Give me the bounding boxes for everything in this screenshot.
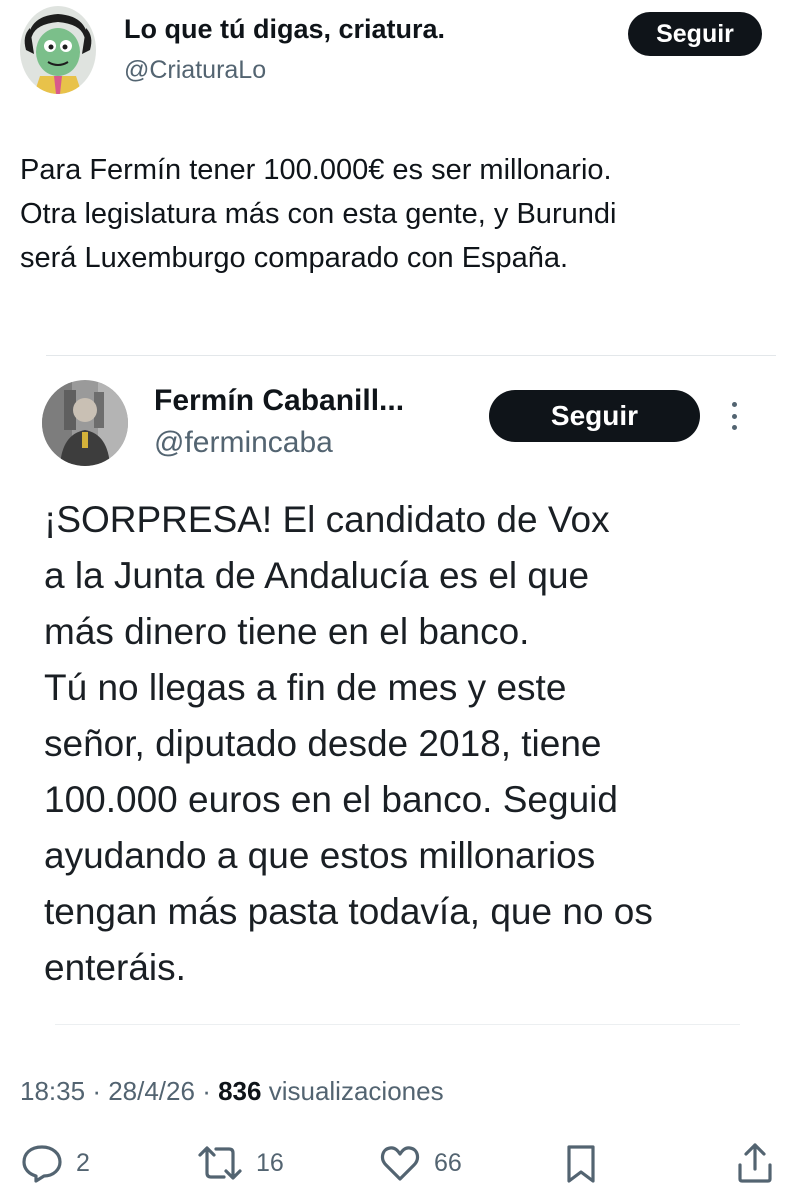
- post-time[interactable]: 18:35: [20, 1076, 85, 1106]
- quoted-author-name[interactable]: Fermín Cabanill...: [154, 384, 404, 418]
- reply-button[interactable]: 2: [20, 1143, 90, 1183]
- quoted-text-line: 100.000 euros en el banco. Seguid: [44, 779, 618, 820]
- like-count: 66: [434, 1148, 462, 1177]
- quoted-post-text: ¡SORPRESA! El candidato de Vox a la Junt…: [44, 492, 784, 996]
- share-icon: [738, 1143, 772, 1183]
- like-button[interactable]: 66: [378, 1143, 462, 1183]
- quoted-author-handle[interactable]: @fermincaba: [154, 426, 333, 460]
- reply-count: 2: [76, 1148, 90, 1177]
- retweet-icon: [198, 1146, 242, 1180]
- views-count: 836: [218, 1076, 262, 1106]
- heart-icon: [380, 1146, 420, 1181]
- author-name[interactable]: Lo que tú digas, criatura.: [124, 14, 445, 45]
- quoted-text-line: Tú no llegas a fin de mes y este: [44, 667, 567, 708]
- post-text-line: será Luxemburgo comparado con España.: [20, 242, 569, 274]
- meta-separator: ·: [202, 1076, 219, 1106]
- quoted-text-line: tengan más pasta todavía, que no os: [44, 891, 653, 932]
- quoted-text-line: ¡SORPRESA! El candidato de Vox: [44, 499, 610, 540]
- author-handle[interactable]: @CriaturaLo: [124, 56, 266, 85]
- quoted-text-line: ayudando a que estos millonarios: [44, 835, 596, 876]
- quoted-text-line: a la Junta de Andalucía es el que: [44, 555, 590, 596]
- bookmark-icon: [567, 1145, 595, 1183]
- post-text-line: Otra legislatura más con esta gente, y B…: [20, 198, 617, 230]
- quote-top-divider: [46, 355, 776, 356]
- retweet-button[interactable]: 16: [196, 1143, 284, 1183]
- photo-avatar-icon: [42, 380, 128, 466]
- post-text-line: Para Fermín tener 100.000€ es ser millon…: [20, 154, 612, 186]
- bookmark-button[interactable]: [564, 1143, 598, 1185]
- quoted-text-line: enteráis.: [44, 947, 186, 988]
- quoted-text-line: señor, diputado desde 2018, tiene: [44, 723, 602, 764]
- vertical-ellipsis-icon[interactable]: [722, 400, 746, 432]
- post-text: Para Fermín tener 100.000€ es ser millon…: [20, 148, 775, 280]
- post-meta: 18:35 · 28/4/26 · 836 visualizaciones: [20, 1076, 444, 1107]
- reply-icon: [22, 1145, 62, 1183]
- quoted-text-line: más dinero tiene en el banco.: [44, 611, 530, 652]
- quote-bottom-divider: [55, 1024, 740, 1025]
- follow-button[interactable]: Seguir: [628, 12, 762, 56]
- retweet-count: 16: [256, 1148, 284, 1177]
- views-label: visualizaciones: [268, 1076, 444, 1106]
- meta-separator: ·: [92, 1076, 109, 1106]
- share-button[interactable]: [735, 1141, 775, 1185]
- author-avatar[interactable]: [20, 6, 96, 94]
- post-date[interactable]: 28/4/26: [108, 1076, 195, 1106]
- quoted-author-avatar[interactable]: [42, 380, 128, 466]
- quoted-follow-button[interactable]: Seguir: [489, 390, 700, 442]
- cartoon-character-avatar-icon: [20, 6, 96, 94]
